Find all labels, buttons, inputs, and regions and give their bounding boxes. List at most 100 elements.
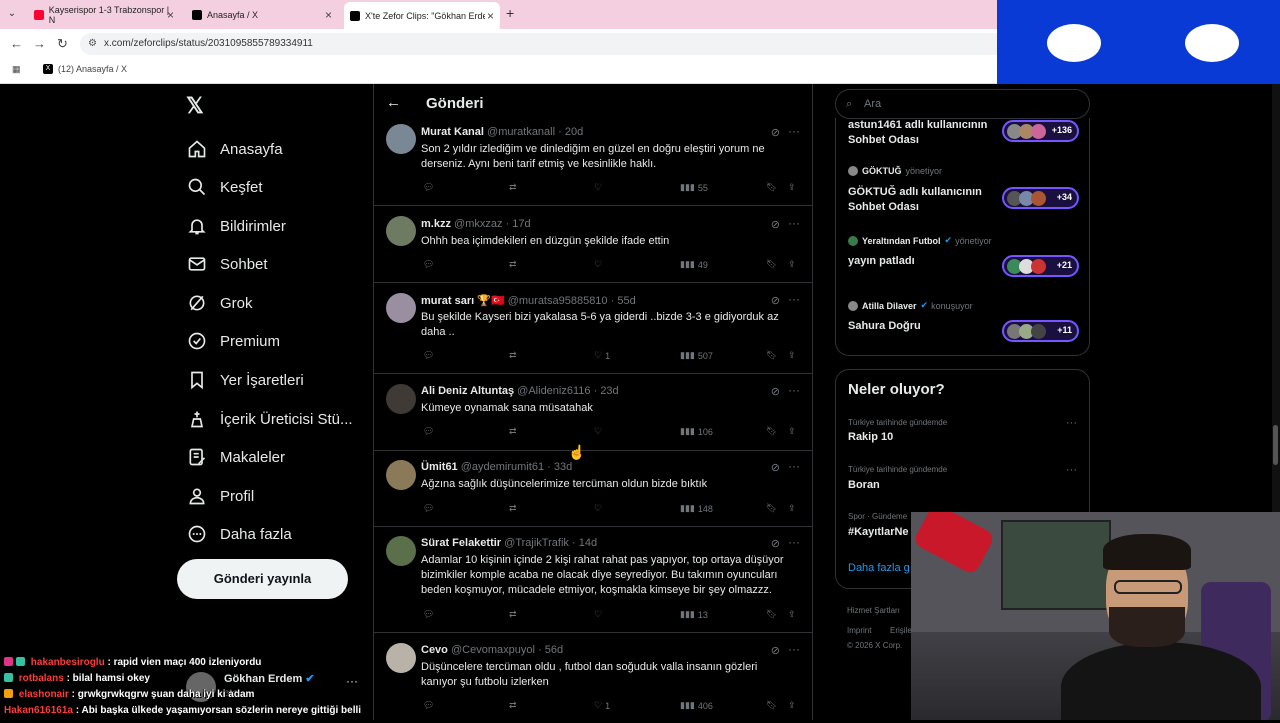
nav-home[interactable]: Anasayfa xyxy=(186,137,283,161)
post-button[interactable]: Gönderi yayınla xyxy=(177,559,348,599)
author-name[interactable]: m.kzz xyxy=(421,218,451,230)
views-icon[interactable]: ▮▮▮ 148 xyxy=(680,503,713,514)
bookmark-icon[interactable]: 🔖︎ xyxy=(766,700,777,711)
nav-creator-studio[interactable]: İçerik Üreticisi Stü... xyxy=(186,407,353,431)
grok-icon[interactable]: ⊘ xyxy=(771,644,780,657)
author-handle[interactable]: @Cevomaxpuyol xyxy=(451,644,535,656)
space-host[interactable]: GÖKTUĞ yönetiyor xyxy=(848,166,942,176)
share-icon[interactable]: ⇪ xyxy=(788,350,796,361)
bookmark-icon[interactable]: 🔖︎ xyxy=(766,350,777,361)
tweet-age[interactable]: 17d xyxy=(512,218,530,230)
new-tab-icon[interactable]: + xyxy=(506,5,514,21)
like-icon[interactable]: ♡ xyxy=(594,426,602,437)
scrollbar-thumb[interactable] xyxy=(1273,425,1278,465)
avatar[interactable] xyxy=(386,536,416,566)
retweet-icon[interactable]: ⇄ xyxy=(509,259,517,270)
views-icon[interactable]: ▮▮▮ 106 xyxy=(680,426,713,437)
reply-icon[interactable]: 💬︎ xyxy=(423,609,434,620)
reload-icon[interactable]: ↻ xyxy=(57,36,68,52)
reply-tweet[interactable]: Ümit61 @aydemirumit61 · 33d ⊘ ··· Ağzına… xyxy=(374,451,812,527)
like-icon[interactable]: ♡ xyxy=(594,259,602,270)
author-handle[interactable]: @muratkanall xyxy=(487,126,555,138)
bookmark-icon[interactable]: 🔖︎ xyxy=(766,182,777,193)
views-icon[interactable]: ▮▮▮ 406 xyxy=(680,700,713,711)
author-name[interactable]: Sürat Felakettir xyxy=(421,537,501,549)
author-handle[interactable]: @aydemirumit61 xyxy=(461,461,544,473)
space-listeners-pill[interactable]: +21 xyxy=(1002,255,1079,277)
share-icon[interactable]: ⇪ xyxy=(788,182,796,193)
search-input[interactable]: ⌕ Ara xyxy=(835,89,1090,119)
grok-icon[interactable]: ⊘ xyxy=(771,537,780,550)
show-more-link[interactable]: Daha fazla g xyxy=(848,562,910,574)
more-icon[interactable]: ··· xyxy=(788,642,800,656)
reply-icon[interactable]: 💬︎ xyxy=(423,700,434,711)
author-name[interactable]: Ali Deniz Altuntaş xyxy=(421,385,514,397)
bookmark-icon[interactable]: 🔖︎ xyxy=(766,426,777,437)
space-title[interactable]: astun1461 adlı kullanıcının Sohbet Odası xyxy=(848,118,998,148)
tweet-age[interactable]: 20d xyxy=(565,126,583,138)
reply-icon[interactable]: 💬︎ xyxy=(423,259,434,270)
grok-icon[interactable]: ⊘ xyxy=(771,385,780,398)
more-icon[interactable]: ··· xyxy=(788,292,800,306)
reply-icon[interactable]: 💬︎ xyxy=(423,182,434,193)
share-icon[interactable]: ⇪ xyxy=(788,503,796,514)
reply-tweet[interactable]: Sürat Felakettir @TrajikTrafik · 14d ⊘ ·… xyxy=(374,527,812,633)
close-icon[interactable]: × xyxy=(325,8,332,22)
x-logo[interactable]: 𝕏 xyxy=(186,93,208,118)
trend-item[interactable]: #KayıtlarNe xyxy=(848,526,909,538)
nav-chat[interactable]: Sohbet xyxy=(186,252,268,276)
reply-icon[interactable]: 💬︎ xyxy=(423,426,434,437)
nav-bookmarks[interactable]: Yer İşaretleri xyxy=(186,368,304,392)
tab-youtube[interactable]: Kayserispor 1-3 Trabzonspor | N × xyxy=(28,4,180,26)
reply-tweet[interactable]: murat sarı 🏆🇹🇷 @muratsa95885810 · 55d ⊘ … xyxy=(374,283,812,374)
nav-articles[interactable]: Makaleler xyxy=(186,445,285,469)
grok-icon[interactable]: ⊘ xyxy=(771,461,780,474)
reply-tweet[interactable]: Murat Kanal @muratkanall · 20d ⊘ ··· Son… xyxy=(374,122,812,206)
footer-link[interactable]: Hizmet Şartları xyxy=(847,606,900,615)
author-name[interactable]: Cevo xyxy=(421,644,448,656)
tweet-age[interactable]: 56d xyxy=(545,644,563,656)
space-host[interactable]: Yeraltından Futbol ✔ yönetiyor xyxy=(848,235,992,246)
bookmark-icon[interactable]: 🔖︎ xyxy=(766,259,777,270)
retweet-icon[interactable]: ⇄ xyxy=(509,700,517,711)
retweet-icon[interactable]: ⇄ xyxy=(509,182,517,193)
like-icon[interactable]: ♡ 1 xyxy=(594,350,610,361)
author-name[interactable]: Murat Kanal xyxy=(421,126,484,138)
footer-link[interactable]: Erişile xyxy=(890,626,912,635)
space-host[interactable]: Atilla Dilaver ✔ konuşuyor xyxy=(848,300,973,311)
avatar[interactable] xyxy=(386,293,416,323)
avatar[interactable] xyxy=(386,216,416,246)
account-switcher[interactable]: Gökhan Erdem ✔ ata ··· xyxy=(186,668,358,708)
tweet-age[interactable]: 55d xyxy=(617,295,635,307)
more-icon[interactable]: ··· xyxy=(788,383,800,397)
avatar[interactable] xyxy=(386,384,416,414)
nav-more[interactable]: Daha fazla xyxy=(186,522,292,546)
views-icon[interactable]: ▮▮▮ 507 xyxy=(680,350,713,361)
views-icon[interactable]: ▮▮▮ 13 xyxy=(680,609,708,620)
nav-profile[interactable]: Profil xyxy=(186,484,254,508)
author-handle[interactable]: @Alideniz6116 xyxy=(517,385,590,397)
author-name[interactable]: murat sarı 🏆🇹🇷 xyxy=(421,295,505,307)
grok-icon[interactable]: ⊘ xyxy=(771,294,780,307)
back-icon[interactable]: ← xyxy=(10,36,23,51)
reply-icon[interactable]: 💬︎ xyxy=(423,503,434,514)
more-icon[interactable]: ··· xyxy=(1066,464,1077,476)
apps-icon[interactable]: ▦ xyxy=(12,64,21,75)
more-icon[interactable]: ··· xyxy=(788,124,800,138)
nav-notifications[interactable]: Bildirimler xyxy=(186,214,286,238)
footer-link[interactable]: Imprint xyxy=(847,626,871,635)
retweet-icon[interactable]: ⇄ xyxy=(509,609,517,620)
tab-search-icon[interactable]: ⌄ xyxy=(4,6,20,22)
forward-icon[interactable]: → xyxy=(33,36,46,51)
more-icon[interactable]: ··· xyxy=(788,216,800,230)
nav-grok[interactable]: Grok xyxy=(186,291,253,315)
space-listeners-pill[interactable]: +11 xyxy=(1002,320,1079,342)
reply-tweet[interactable]: Ali Deniz Altuntaş @Alideniz6116 · 23d ⊘… xyxy=(374,374,812,451)
avatar[interactable] xyxy=(386,124,416,154)
retweet-icon[interactable]: ⇄ xyxy=(509,503,517,514)
more-icon[interactable]: ··· xyxy=(1066,417,1077,429)
more-icon[interactable]: ··· xyxy=(788,459,800,473)
close-icon[interactable]: × xyxy=(487,9,494,23)
tweet-age[interactable]: 23d xyxy=(600,385,618,397)
site-info-icon[interactable]: ⚙ xyxy=(88,33,97,55)
